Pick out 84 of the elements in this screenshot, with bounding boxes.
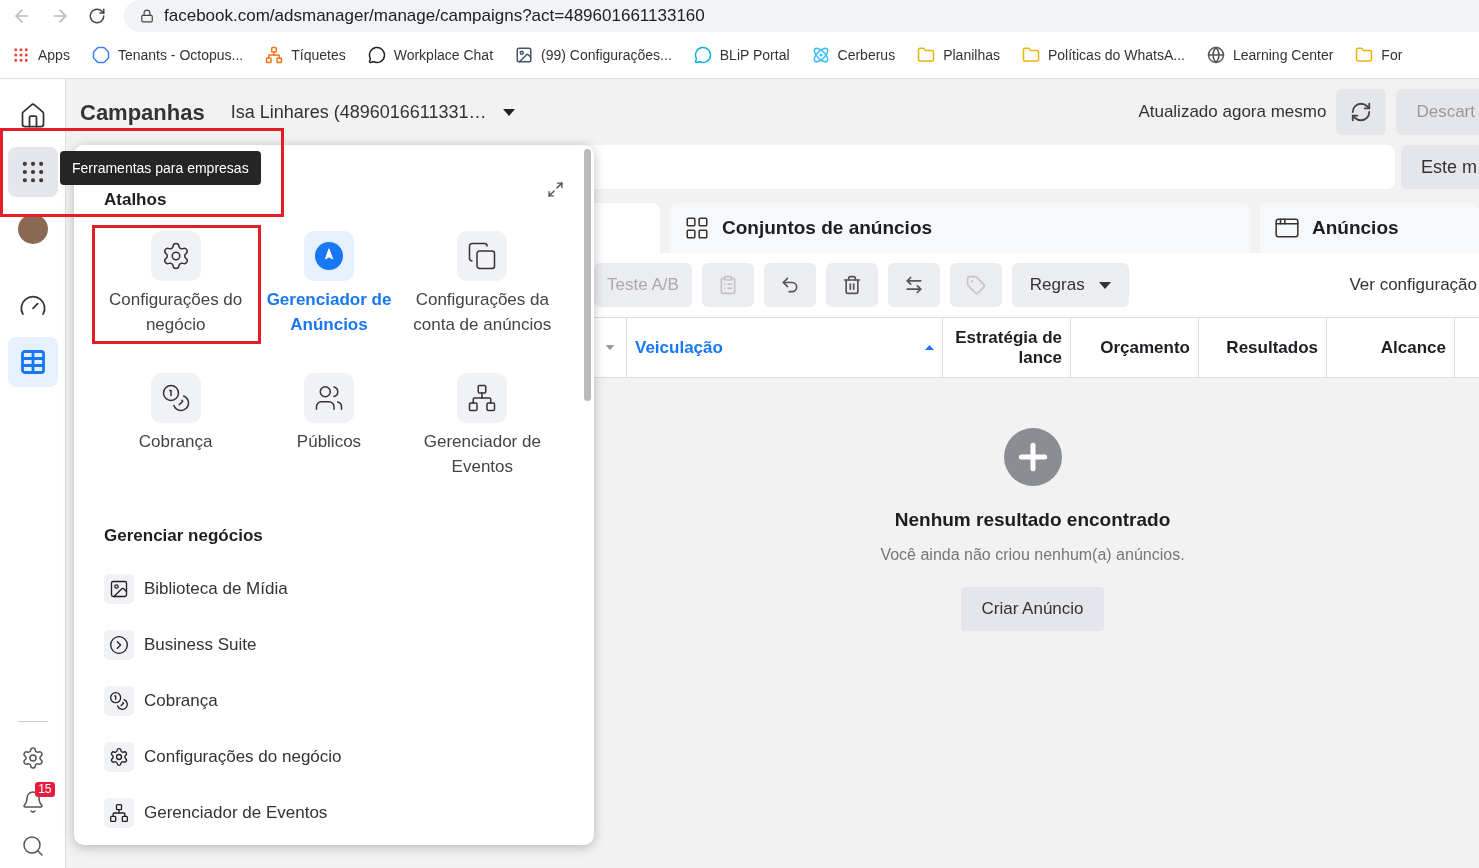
bookmark[interactable]: Apps: [12, 44, 70, 66]
bookmark[interactable]: Learning Center: [1206, 44, 1334, 66]
search-icon: [20, 834, 45, 858]
shortcut-item[interactable]: Gerenciador de Eventos: [405, 372, 559, 479]
empty-state-title: Nenhum resultado encontrado: [894, 508, 1171, 532]
tab[interactable]: Anúncios: [1260, 203, 1479, 253]
menu-item[interactable]: Configurações do negócio: [104, 742, 564, 772]
empty-state-message: Você ainda não criou nenhum(a) anúncios.: [880, 544, 1185, 565]
bookmark[interactable]: For: [1355, 44, 1403, 66]
caret-icon: [502, 108, 515, 116]
column-header[interactable]: Veiculação: [627, 318, 943, 377]
image-icon: [109, 579, 129, 599]
create-ad-button[interactable]: Criar Anúncio: [961, 586, 1104, 631]
lock-icon: [140, 9, 154, 23]
folder-icon: [917, 46, 936, 64]
speech-bubble-icon: [693, 46, 712, 64]
chat-icon: [367, 46, 386, 64]
nav-button[interactable]: [7, 147, 58, 197]
address-bar[interactable]: facebook.com/adsmanager/manage/campaigns?act=489601661133160: [124, 0, 1479, 32]
atom-icon: [811, 46, 830, 64]
bookmark[interactable]: Políticas do WhatsA...: [1022, 44, 1185, 66]
menu-item[interactable]: Biblioteca de Mídia: [104, 574, 564, 604]
tab[interactable]: Conjuntos de anúncios: [670, 203, 1250, 253]
notification-badge: 15: [35, 782, 55, 797]
folder-icon: [1355, 46, 1374, 64]
page-title: Campanhas: [80, 98, 205, 127]
coins-icon: [109, 691, 129, 711]
scrollbar-thumb[interactable]: [583, 149, 591, 401]
shortcut-item[interactable]: Cobrança: [99, 372, 253, 479]
view-settings-link[interactable]: Ver configuração: [1349, 272, 1479, 298]
table-icon: [18, 348, 47, 376]
gear-icon: [109, 747, 129, 767]
rules-dropdown[interactable]: Regras: [1011, 263, 1129, 307]
toolbar-button[interactable]: [887, 263, 940, 307]
shortcuts-heading: Atalhos: [104, 189, 167, 211]
folder-icon: [1022, 46, 1040, 64]
sprocket-icon: [265, 46, 284, 64]
stacked-cards-icon: [467, 240, 498, 271]
menu-item[interactable]: Business Suite: [104, 630, 564, 660]
refresh-button[interactable]: [1336, 89, 1387, 135]
sort-arrow-icon: [925, 345, 934, 350]
caret-icon: [605, 344, 615, 351]
shortcut-item[interactable]: Gerenciador de Anúncios: [252, 230, 406, 337]
update-status: Atualizado agora mesmo: [1138, 101, 1327, 124]
tag-icon: [965, 275, 986, 295]
trash-icon: [841, 275, 862, 295]
menu-item[interactable]: Gerenciador de Eventos: [104, 798, 564, 828]
shortcut-item[interactable]: Configurações do negócio: [99, 230, 253, 337]
bookmark[interactable]: BLiP Portal: [693, 44, 790, 66]
column-header[interactable]: Estratégia de lance: [943, 318, 1071, 377]
bookmark[interactable]: Planilhas: [917, 44, 1000, 66]
bookmark[interactable]: Tenants - Octopus...: [91, 44, 244, 66]
network-icon: [109, 803, 129, 823]
bookmark[interactable]: Workplace Chat: [367, 44, 494, 66]
picture-icon: [515, 46, 534, 64]
toolbar-button[interactable]: [825, 263, 878, 307]
nav-button[interactable]: 15: [12, 780, 53, 824]
shortcut-item[interactable]: Públicos: [252, 372, 406, 479]
refresh-icon: [1350, 101, 1373, 123]
column-header[interactable]: Alcance: [1327, 318, 1455, 377]
grid-squares-icon: [684, 215, 710, 241]
account-selector[interactable]: Isa Linhares (4896016611331…: [230, 98, 515, 126]
bookmark[interactable]: Tíquetes: [265, 44, 346, 66]
apps-grid-icon: [12, 46, 30, 64]
caret-icon: [1098, 281, 1111, 289]
url-text: facebook.com/adsmanager/manage/campaigns?act=489601661133160: [164, 5, 705, 28]
settings-icon: [20, 746, 45, 770]
tooltip: Ferramentas para empresas: [60, 151, 261, 185]
shortcut-item[interactable]: Configurações da conta de anúncios: [405, 230, 559, 337]
coins-icon: [160, 382, 191, 413]
menu-item[interactable]: Cobrança: [104, 686, 564, 716]
section-heading: Gerenciar negócios: [104, 524, 264, 547]
bookmark[interactable]: Cerberus: [811, 44, 896, 66]
column-header[interactable]: Orçamento: [1071, 318, 1199, 377]
date-range-button[interactable]: Este m: [1401, 145, 1479, 189]
add-icon: [1003, 428, 1062, 486]
undo-icon: [779, 275, 800, 295]
toolbar-button[interactable]: [763, 263, 816, 307]
column-header[interactable]: Resultados: [1199, 318, 1327, 377]
globe-icon: [1206, 46, 1225, 64]
expand-icon[interactable]: [547, 181, 564, 199]
bookmark[interactable]: (99) Configurações...: [515, 44, 672, 66]
reload-icon[interactable]: [88, 7, 106, 25]
network-icon: [467, 382, 498, 413]
